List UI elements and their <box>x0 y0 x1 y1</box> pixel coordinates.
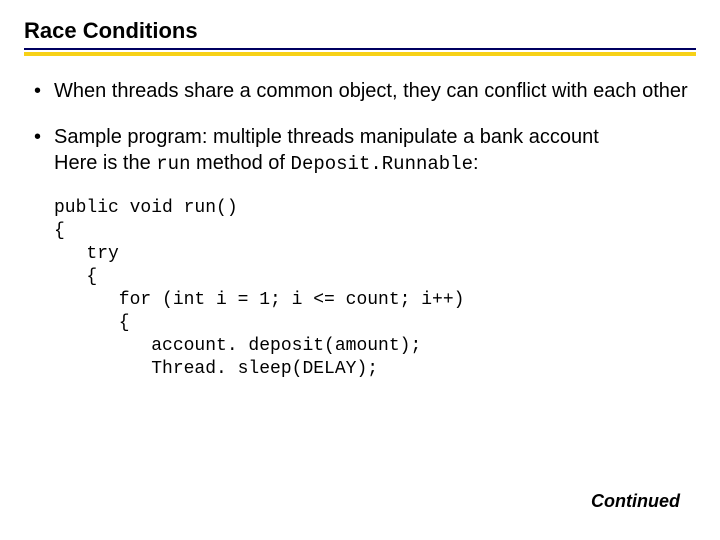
slide-title: Race Conditions <box>24 18 696 50</box>
bullet-2-line1: Sample program: multiple threads manipul… <box>54 126 599 148</box>
accent-rule <box>24 52 696 56</box>
bullet-2: Sample program: multiple threads manipul… <box>32 124 696 177</box>
slide-body: When threads share a common object, they… <box>24 78 696 177</box>
bullet-2-suffix: : <box>473 152 479 174</box>
bullet-2-mid: method of <box>190 152 290 174</box>
code-block: public void run() { try { for (int i = 1… <box>54 197 696 381</box>
deposit-runnable-token: Deposit.Runnable <box>291 153 473 175</box>
bullet-2-prefix: Here is the <box>54 152 156 174</box>
continued-label: Continued <box>591 491 680 512</box>
run-code-token: run <box>156 153 190 175</box>
bullet-1: When threads share a common object, they… <box>32 78 696 104</box>
bullet-1-text: When threads share a common object, they… <box>54 80 688 102</box>
title-block: Race Conditions <box>24 18 696 56</box>
